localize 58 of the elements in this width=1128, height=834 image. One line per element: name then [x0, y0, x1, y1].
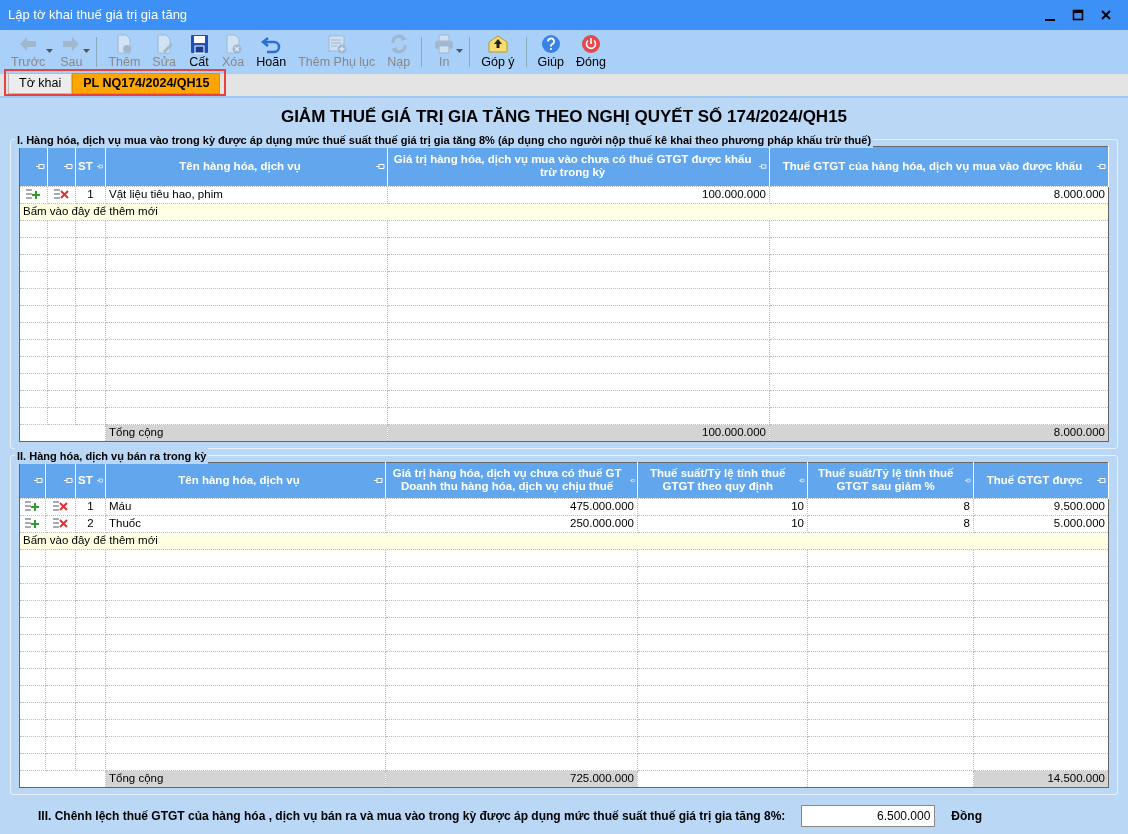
table-cell: 8	[807, 498, 974, 515]
pin-icon[interactable]	[64, 476, 73, 484]
table-cell: Vật liệu tiêu hao, phim	[105, 186, 388, 203]
delete-row-icon[interactable]	[54, 189, 69, 201]
pin-icon[interactable]	[96, 476, 103, 484]
table-cell: 1	[75, 498, 106, 515]
pin-icon[interactable]	[376, 162, 385, 170]
pin-icon[interactable]	[36, 162, 45, 170]
table-cell: Máu	[105, 498, 386, 515]
tab[interactable]: Tờ khai	[8, 73, 73, 94]
power-icon	[579, 33, 602, 55]
insert-row-icon[interactable]	[25, 501, 40, 513]
table-cell: 250.000.000	[385, 515, 638, 532]
feedback-button[interactable]: Góp ý	[476, 32, 520, 70]
pin-icon[interactable]	[96, 162, 103, 170]
envelope-upload-icon	[486, 33, 509, 55]
pin-icon[interactable]	[64, 162, 73, 170]
table-cell: 1	[75, 186, 106, 203]
insert-row-icon[interactable]	[25, 518, 40, 530]
difference-label: III. Chênh lệch thuế GTGT của hàng hóa , dịch vụ bán ra và mua vào trong kỳ được áp dụng mức thuế suất thuế giá trị gia tăng 8%:	[38, 807, 786, 825]
table-cell: 9.500.000	[973, 498, 1109, 515]
table-cell: 2	[75, 515, 106, 532]
help-button[interactable]: Giúp	[532, 32, 569, 70]
delete-row-icon[interactable]	[53, 501, 68, 513]
printer-icon	[433, 33, 456, 55]
pin-icon[interactable]	[374, 476, 383, 484]
minimize-icon	[1045, 19, 1055, 21]
table-cell: Thuốc	[105, 515, 386, 532]
pin-icon[interactable]	[965, 476, 971, 484]
section-title: II. Hàng hóa, dịch vụ bán ra trong kỳ	[15, 447, 209, 464]
insert-row-icon[interactable]	[26, 189, 41, 201]
close-form-button[interactable]: Đóng	[571, 32, 611, 70]
tab[interactable]: PL NQ174/2024/QH15	[72, 73, 221, 94]
table-cell: 100.000.000	[387, 186, 770, 203]
help-icon	[539, 33, 562, 55]
table-cell: 475.000.000	[385, 498, 638, 515]
table-cell: 8	[807, 515, 974, 532]
close-icon	[1099, 8, 1113, 22]
column-header[interactable]: ST	[78, 473, 93, 487]
table-cell: 10	[637, 498, 808, 515]
table-cell: 10	[637, 515, 808, 532]
column-header[interactable]: ST	[78, 159, 93, 173]
pin-icon[interactable]	[1097, 162, 1106, 170]
pin-icon[interactable]	[1097, 476, 1106, 484]
table-cell: 8.000.000	[769, 186, 1109, 203]
pin-icon[interactable]	[799, 476, 805, 484]
form-heading: GIẢM THUẾ GIÁ TRỊ GIA TĂNG THEO NGHỊ QUYẾT SỐ 174/2024/QH15	[279, 106, 849, 128]
undo-button[interactable]: Hoãn	[251, 32, 292, 70]
window-title: Lập tờ khai thuế giá trị gia tăng	[8, 6, 189, 25]
delete-row-icon[interactable]	[53, 518, 68, 530]
save-button[interactable]: Cất	[183, 32, 216, 70]
pin-icon[interactable]	[34, 476, 43, 484]
pin-icon[interactable]	[759, 162, 767, 170]
document-plus-icon	[325, 33, 348, 55]
pin-icon[interactable]	[630, 476, 635, 484]
difference-field[interactable]: 6.500.000	[801, 804, 936, 827]
maximize-icon	[1071, 8, 1085, 22]
unit-label: Đồng	[951, 807, 982, 825]
